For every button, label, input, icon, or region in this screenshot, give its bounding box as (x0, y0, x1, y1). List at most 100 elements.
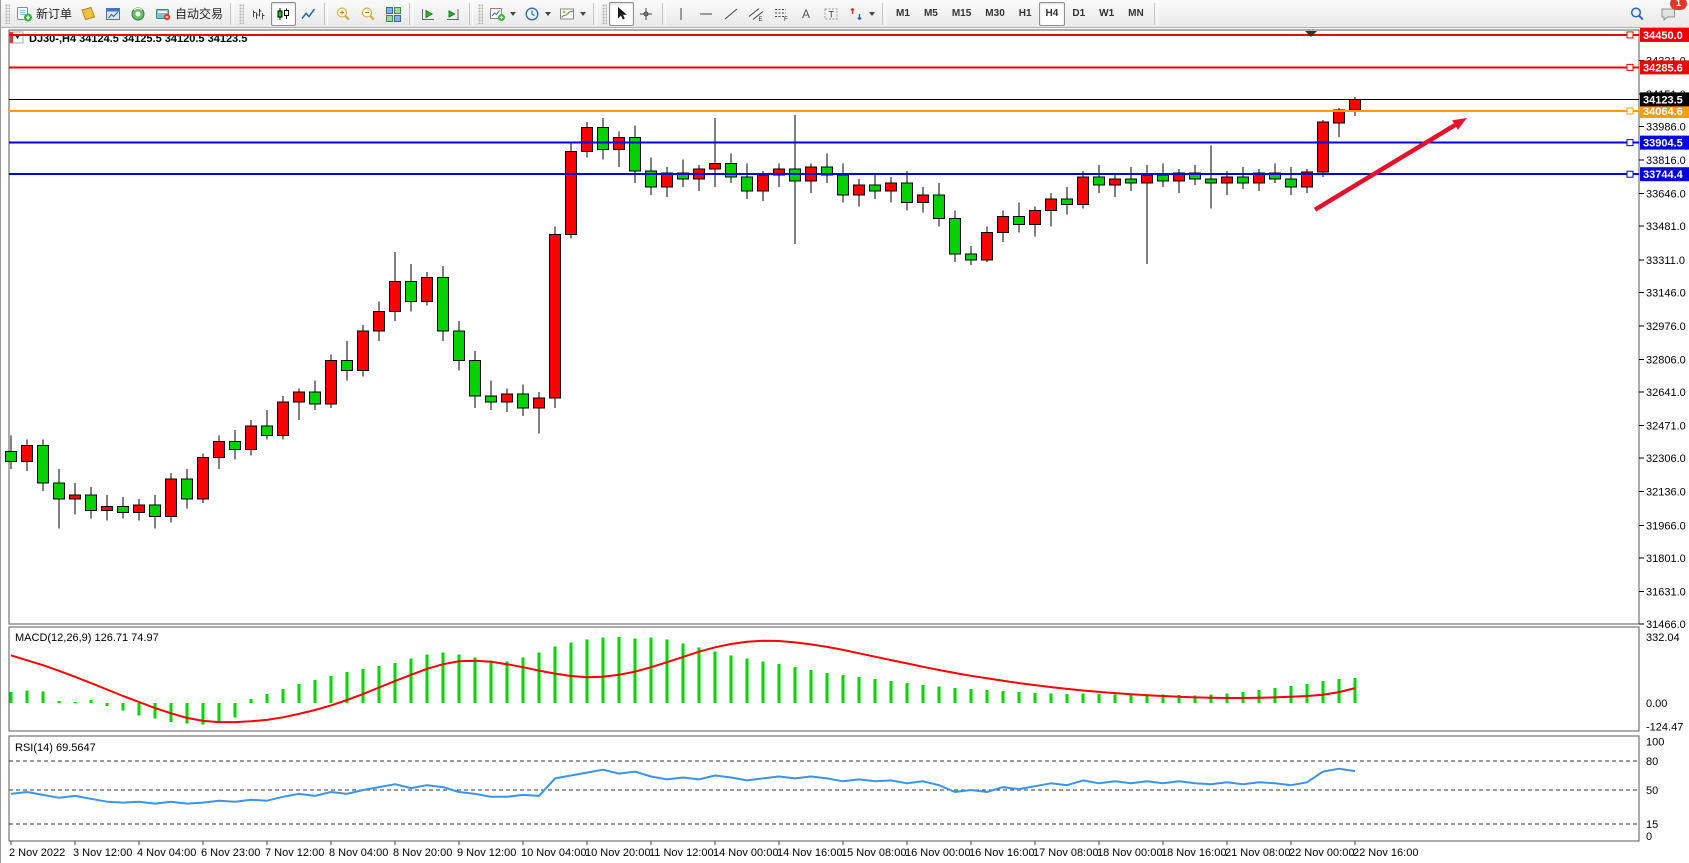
svg-text:34450.0: 34450.0 (1643, 30, 1683, 42)
svg-text:22 Nov 00:00: 22 Nov 00:00 (1289, 847, 1354, 859)
line-chart-button[interactable] (296, 2, 321, 26)
bar-chart-icon (250, 6, 267, 22)
timeframe-M15-button[interactable]: M15 (945, 2, 978, 26)
search-button[interactable] (1625, 2, 1650, 26)
new-chart-button[interactable] (485, 2, 520, 26)
svg-text:31801.0: 31801.0 (1646, 553, 1686, 565)
svg-text:33986.0: 33986.0 (1646, 122, 1686, 134)
svg-text:3 Nov 12:00: 3 Nov 12:00 (73, 847, 132, 859)
auto-trading-button-label: 自动交易 (175, 5, 223, 22)
toolbar-grip (239, 4, 244, 24)
vertical-line-button[interactable] (669, 2, 694, 26)
svg-text:31966.0: 31966.0 (1646, 520, 1686, 532)
svg-text:32806.0: 32806.0 (1646, 354, 1686, 366)
timeframe-W1-button[interactable]: W1 (1092, 2, 1121, 26)
crosshair-button[interactable] (634, 2, 659, 26)
zoom-in-button[interactable] (331, 2, 356, 26)
svg-text:A: A (802, 7, 810, 21)
horizontal-line-button[interactable] (694, 2, 719, 26)
timeframe-MN-button[interactable]: MN (1121, 2, 1151, 26)
auto-scroll-button[interactable] (416, 2, 441, 26)
profiles-button[interactable] (520, 2, 555, 26)
text-icon: A (798, 6, 815, 22)
toolbar-grip (478, 4, 483, 24)
svg-text:10 Nov 20:00: 10 Nov 20:00 (585, 847, 650, 859)
templates-icon (559, 6, 576, 22)
chart-container: DJ30-,H4 34124.5 34125.5 34120.5 34123.5… (1, 28, 1689, 863)
bar-chart-button[interactable] (246, 2, 271, 26)
svg-text:0.00: 0.00 (1646, 698, 1667, 710)
toolbar-separator (1154, 3, 1158, 25)
zoom-out-icon (360, 6, 377, 22)
timeframe-H1-button[interactable]: H1 (1012, 2, 1039, 26)
timeframe-H4-button[interactable]: H4 (1039, 2, 1066, 26)
fibonacci-button[interactable]: F (769, 2, 794, 26)
timeframe-M1-button[interactable]: M1 (889, 2, 917, 26)
line-chart-icon (300, 6, 317, 22)
svg-text:-124.47: -124.47 (1646, 722, 1683, 734)
toolbar-grip (5, 4, 10, 24)
svg-text:8 Nov 04:00: 8 Nov 04:00 (329, 847, 388, 859)
label-icon: T (823, 6, 840, 22)
svg-text:32976.0: 32976.0 (1646, 321, 1686, 333)
price-chart[interactable]: DJ30-,H4 34124.5 34125.5 34120.5 34123.5… (1, 28, 1689, 863)
timeframe-M30-button[interactable]: M30 (978, 2, 1011, 26)
fibonacci-icon: F (773, 6, 790, 22)
channel-button[interactable]: E (744, 2, 769, 26)
trendline-button[interactable] (719, 2, 744, 26)
svg-text:RSI(14) 69.5647: RSI(14) 69.5647 (15, 742, 96, 754)
notification-badge: 1 (1670, 0, 1687, 10)
vertical-line-icon (673, 6, 690, 22)
clock-icon (524, 6, 541, 22)
svg-text:18 Nov 16:00: 18 Nov 16:00 (1161, 847, 1226, 859)
svg-text:32136.0: 32136.0 (1646, 487, 1686, 499)
toolbar-separator (409, 3, 413, 25)
svg-text:33816.0: 33816.0 (1646, 155, 1686, 167)
new-order-button[interactable]: 新订单 (12, 2, 76, 26)
svg-text:15 Nov 08:00: 15 Nov 08:00 (841, 847, 906, 859)
new-chart-icon (489, 6, 506, 22)
sticker-button[interactable] (76, 2, 101, 26)
auto-trading-button[interactable]: 自动交易 (151, 2, 227, 26)
svg-text:16 Nov 00:00: 16 Nov 00:00 (905, 847, 970, 859)
svg-text:34123.5: 34123.5 (1643, 94, 1683, 106)
zoom-in-icon (335, 6, 352, 22)
toolbar-separator (882, 3, 886, 25)
label-button[interactable]: T (819, 2, 844, 26)
candlestick-chart-button[interactable] (271, 2, 296, 26)
channel-icon: E (748, 6, 765, 22)
chart-shift-icon (445, 6, 462, 22)
indicators-list-button[interactable] (555, 2, 590, 26)
chevron-down-icon (510, 12, 516, 16)
tile-windows-button[interactable] (381, 2, 406, 26)
svg-text:F: F (784, 17, 788, 22)
timeframe-D1-button[interactable]: D1 (1065, 2, 1092, 26)
svg-text:100: 100 (1646, 737, 1664, 749)
timeframe-M5-button[interactable]: M5 (917, 2, 945, 26)
toolbar-separator (230, 3, 234, 25)
toolbar-separator (324, 3, 328, 25)
svg-text:4 Nov 04:00: 4 Nov 04:00 (137, 847, 196, 859)
svg-text:34064.6: 34064.6 (1643, 106, 1683, 118)
svg-text:T: T (829, 9, 835, 19)
webinar-icon (130, 6, 147, 22)
cursor-icon (613, 6, 630, 22)
svg-text:14 Nov 16:00: 14 Nov 16:00 (777, 847, 842, 859)
svg-text:33146.0: 33146.0 (1646, 287, 1686, 299)
arrows-button[interactable] (844, 2, 879, 26)
zoom-out-button[interactable] (356, 2, 381, 26)
svg-text:10 Nov 04:00: 10 Nov 04:00 (521, 847, 586, 859)
search-icon (1629, 6, 1646, 22)
svg-text:7 Nov 12:00: 7 Nov 12:00 (265, 847, 324, 859)
chart-shift-button[interactable] (441, 2, 466, 26)
svg-text:14 Nov 00:00: 14 Nov 00:00 (713, 847, 778, 859)
toolbar-separator (593, 3, 597, 25)
svg-text:332.04: 332.04 (1646, 632, 1680, 644)
market-watch-button[interactable] (101, 2, 126, 26)
cursor-button[interactable] (609, 2, 634, 26)
svg-text:16 Nov 16:00: 16 Nov 16:00 (969, 847, 1034, 859)
text-button[interactable]: A (794, 2, 819, 26)
toolbar-separator (662, 3, 666, 25)
webinar-button[interactable] (126, 2, 151, 26)
mt4-window: 新订单 自动交易 E F A T M1M5M15M30H1H4D1W1MN 1 DJ30-,H… (0, 0, 1689, 863)
